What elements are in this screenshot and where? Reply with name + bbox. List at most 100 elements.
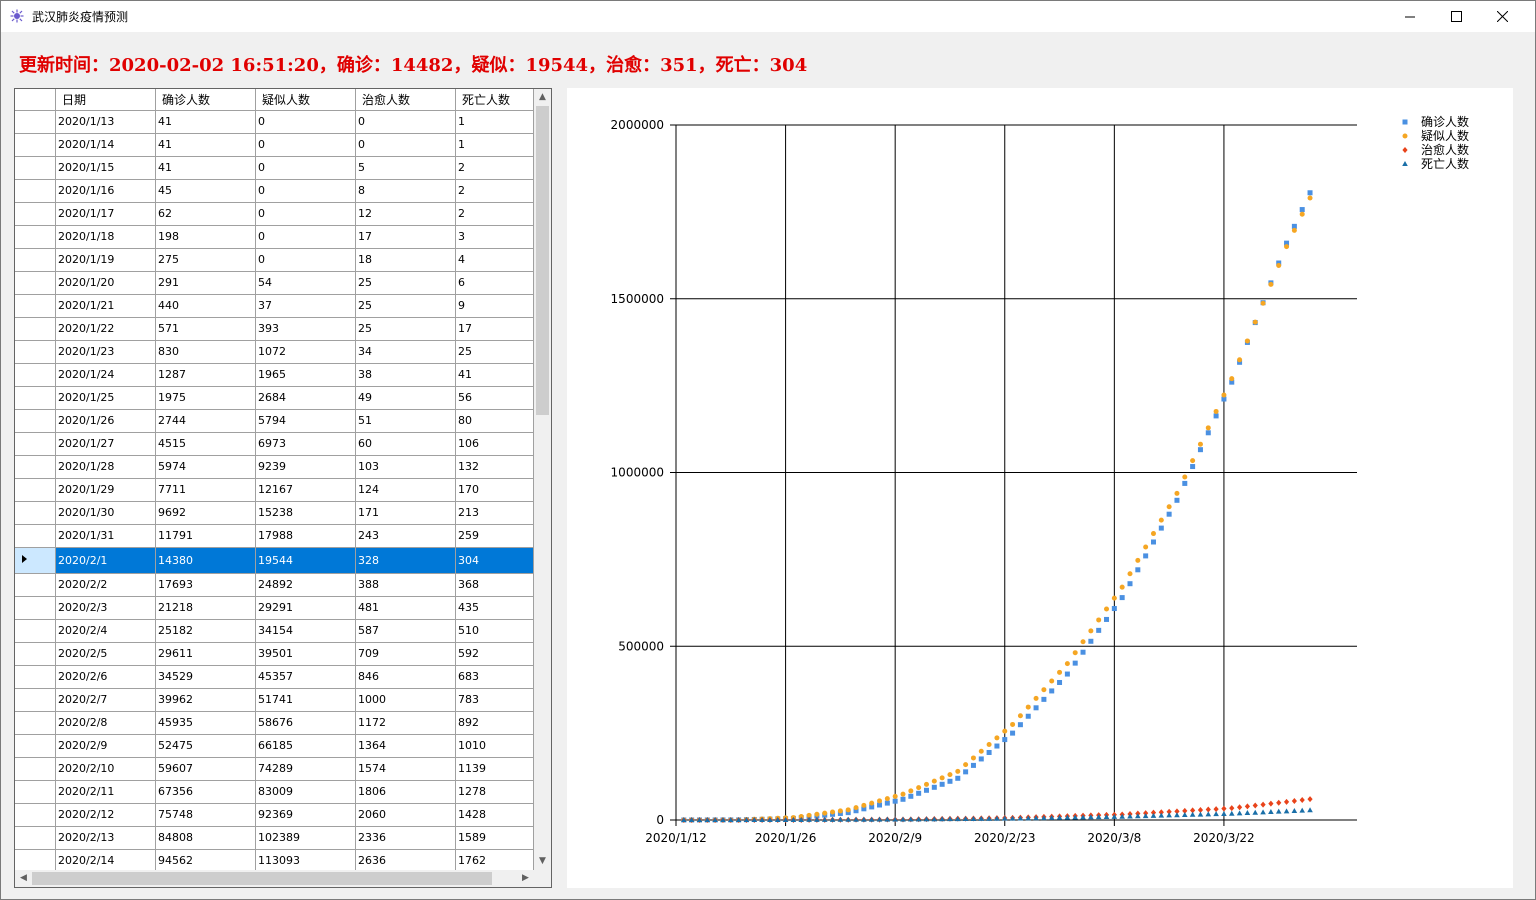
table-row[interactable]: 2020/2/13 84808 102389 2336 1589	[15, 826, 537, 850]
row-header[interactable]	[15, 294, 56, 318]
column-header[interactable]: 疑似人数	[255, 89, 356, 111]
row-header[interactable]	[15, 363, 56, 387]
row-header[interactable]	[15, 619, 56, 643]
table-cell[interactable]: 124	[355, 478, 456, 502]
maximize-button[interactable]	[1433, 1, 1479, 32]
table-cell[interactable]: 0	[255, 225, 356, 249]
table-cell[interactable]: 34	[355, 340, 456, 364]
table-cell[interactable]: 2020/1/15	[55, 156, 156, 180]
row-header[interactable]	[15, 501, 56, 525]
column-header[interactable]: 日期	[55, 89, 156, 111]
table-cell[interactable]: 0	[255, 133, 356, 157]
table-row[interactable]: 2020/2/11 67356 83009 1806 1278	[15, 780, 537, 804]
table-cell[interactable]: 2020/1/19	[55, 248, 156, 272]
row-header[interactable]	[15, 780, 56, 804]
table-cell[interactable]: 2020/1/31	[55, 524, 156, 548]
row-header[interactable]	[15, 665, 56, 689]
table-cell[interactable]: 12	[355, 202, 456, 226]
table-cell[interactable]: 39962	[155, 688, 256, 712]
row-header[interactable]	[15, 271, 56, 295]
table-row[interactable]: 2020/1/13 41 0 0 1	[15, 110, 537, 134]
table-cell[interactable]: 275	[155, 248, 256, 272]
table-row[interactable]: 2020/2/3 21218 29291 481 435	[15, 596, 537, 620]
table-cell[interactable]: 15238	[255, 501, 356, 525]
table-cell[interactable]: 2684	[255, 386, 356, 410]
row-header[interactable]	[15, 573, 56, 597]
table-cell[interactable]: 291	[155, 271, 256, 295]
row-header[interactable]	[15, 156, 56, 180]
table-cell[interactable]: 2	[455, 179, 534, 203]
row-header[interactable]	[15, 757, 56, 781]
table-cell[interactable]: 846	[355, 665, 456, 689]
table-cell[interactable]: 2020/1/30	[55, 501, 156, 525]
table-cell[interactable]: 709	[355, 642, 456, 666]
vertical-scrollbar[interactable]: ▲ ▼	[534, 89, 551, 870]
table-cell[interactable]: 2020/1/27	[55, 432, 156, 456]
table-cell[interactable]: 25	[355, 294, 456, 318]
horizontal-scroll-thumb[interactable]	[32, 872, 492, 885]
table-cell[interactable]: 892	[455, 711, 534, 735]
table-cell[interactable]: 66185	[255, 734, 356, 758]
row-header[interactable]	[15, 202, 56, 226]
table-cell[interactable]: 2020/2/9	[55, 734, 156, 758]
table-cell[interactable]: 58676	[255, 711, 356, 735]
table-cell[interactable]: 0	[255, 156, 356, 180]
table-cell[interactable]: 62	[155, 202, 256, 226]
table-cell[interactable]: 39501	[255, 642, 356, 666]
table-cell[interactable]: 2020/1/13	[55, 110, 156, 134]
table-cell[interactable]: 440	[155, 294, 256, 318]
table-cell[interactable]: 2020/2/14	[55, 849, 156, 873]
table-cell[interactable]: 11791	[155, 524, 256, 548]
table-cell[interactable]: 1364	[355, 734, 456, 758]
table-cell[interactable]: 1428	[455, 803, 534, 827]
table-row[interactable]: 2020/1/30 9692 15238 171 213	[15, 501, 537, 525]
table-cell[interactable]: 41	[155, 133, 256, 157]
table-cell[interactable]: 113093	[255, 849, 356, 873]
table-cell[interactable]: 34529	[155, 665, 256, 689]
table-cell[interactable]: 6	[455, 271, 534, 295]
table-cell[interactable]: 2020/1/20	[55, 271, 156, 295]
table-cell[interactable]: 1589	[455, 826, 534, 850]
row-header[interactable]	[15, 386, 56, 410]
row-header[interactable]	[15, 340, 56, 364]
table-cell[interactable]: 510	[455, 619, 534, 643]
table-cell[interactable]: 25	[455, 340, 534, 364]
table-cell[interactable]: 1172	[355, 711, 456, 735]
table-cell[interactable]: 132	[455, 455, 534, 479]
table-cell[interactable]: 106	[455, 432, 534, 456]
table-cell[interactable]: 6973	[255, 432, 356, 456]
table-cell[interactable]: 2	[455, 156, 534, 180]
table-row[interactable]: 2020/1/23 830 1072 34 25	[15, 340, 537, 364]
row-header[interactable]	[15, 524, 56, 548]
table-cell[interactable]: 1	[455, 133, 534, 157]
table-cell[interactable]: 2020/2/1	[55, 547, 156, 574]
table-cell[interactable]: 2636	[355, 849, 456, 873]
table-row[interactable]: 2020/2/4 25182 34154 587 510	[15, 619, 537, 643]
row-header[interactable]	[15, 478, 56, 502]
table-row[interactable]: 2020/1/27 4515 6973 60 106	[15, 432, 537, 456]
table-row[interactable]: 2020/1/17 62 0 12 2	[15, 202, 537, 226]
table-cell[interactable]: 388	[355, 573, 456, 597]
table-cell[interactable]: 21218	[155, 596, 256, 620]
table-cell[interactable]: 2020/2/12	[55, 803, 156, 827]
table-cell[interactable]: 25182	[155, 619, 256, 643]
row-header[interactable]	[15, 133, 56, 157]
close-button[interactable]	[1479, 1, 1525, 32]
table-cell[interactable]: 49	[355, 386, 456, 410]
table-cell[interactable]: 102389	[255, 826, 356, 850]
table-cell[interactable]: 435	[455, 596, 534, 620]
table-cell[interactable]: 2020/2/3	[55, 596, 156, 620]
table-cell[interactable]: 60	[355, 432, 456, 456]
table-cell[interactable]: 2020/1/14	[55, 133, 156, 157]
table-cell[interactable]: 51741	[255, 688, 356, 712]
table-cell[interactable]: 683	[455, 665, 534, 689]
table-cell[interactable]: 38	[355, 363, 456, 387]
table-cell[interactable]: 0	[255, 248, 356, 272]
table-cell[interactable]: 41	[155, 156, 256, 180]
table-row[interactable]: 2020/2/9 52475 66185 1364 1010	[15, 734, 537, 758]
table-cell[interactable]: 1574	[355, 757, 456, 781]
table-cell[interactable]: 54	[255, 271, 356, 295]
table-cell[interactable]: 304	[455, 547, 534, 574]
table-row[interactable]: 2020/2/8 45935 58676 1172 892	[15, 711, 537, 735]
table-cell[interactable]: 2020/1/28	[55, 455, 156, 479]
